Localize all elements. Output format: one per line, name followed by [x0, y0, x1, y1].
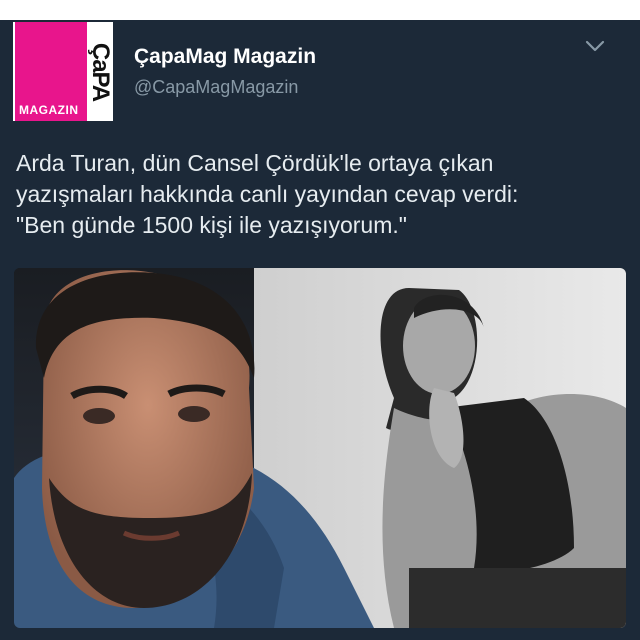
logo-vertical-text: ÇaPA: [87, 42, 113, 101]
account-handle[interactable]: @CapaMagMagazin: [134, 77, 298, 98]
tweet-footer-strip: [0, 628, 640, 640]
tweet-text-line: Arda Turan, dün Cansel Çördük'le ortaya …: [16, 150, 494, 176]
tweet-card[interactable]: MAGAZIN ÇaPA ÇapaMag Magazin @CapaMagMag…: [0, 20, 640, 640]
logo-badge-text: MAGAZIN: [19, 103, 79, 117]
tweet-photo[interactable]: [14, 268, 626, 628]
tweet-text: Arda Turan, dün Cansel Çördük'le ortaya …: [16, 148, 626, 241]
screenshot-frame: MAGAZIN ÇaPA ÇapaMag Magazin @CapaMagMag…: [0, 0, 640, 640]
chevron-down-icon[interactable]: [584, 38, 606, 54]
logo-vertical-strip: ÇaPA: [87, 22, 113, 121]
account-name[interactable]: ÇapaMag Magazin: [134, 45, 316, 69]
avatar[interactable]: MAGAZIN ÇaPA: [13, 22, 113, 121]
logo-pink-block: MAGAZIN: [15, 22, 87, 121]
tweet-text-line: "Ben günde 1500 kişi ile yazışıyorum.": [16, 212, 407, 238]
photo-illustration: [14, 268, 626, 628]
tweet-text-line: yazışmaları hakkında canlı yayından ceva…: [16, 181, 519, 207]
